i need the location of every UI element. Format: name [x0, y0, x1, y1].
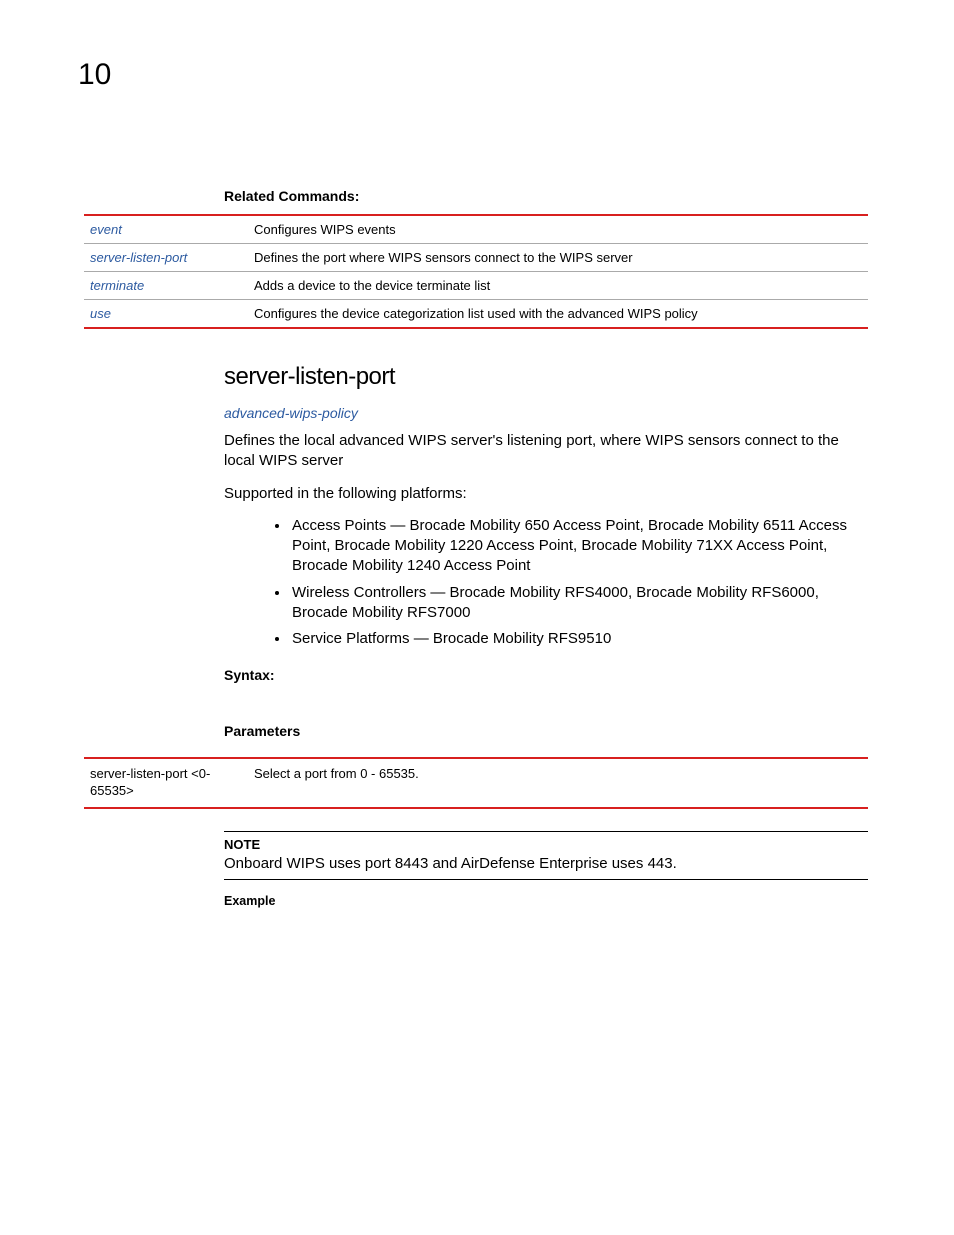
- param-name: server-listen-port <0-65535>: [84, 758, 254, 808]
- syntax-heading: Syntax:: [224, 667, 868, 683]
- cmd-desc: Configures the device categorization lis…: [254, 300, 868, 329]
- cmd-link-use[interactable]: use: [90, 306, 111, 321]
- parameters-heading: Parameters: [224, 723, 868, 739]
- param-desc: Select a port from 0 - 65535.: [254, 758, 868, 808]
- cmd-desc: Configures WIPS events: [254, 215, 868, 244]
- cmd-desc: Defines the port where WIPS sensors conn…: [254, 244, 868, 272]
- table-row: terminate Adds a device to the device te…: [84, 272, 868, 300]
- note-body: Onboard WIPS uses port 8443 and AirDefen…: [224, 854, 868, 874]
- cmd-link-terminate[interactable]: terminate: [90, 278, 144, 293]
- table-row: server-listen-port Defines the port wher…: [84, 244, 868, 272]
- cmd-link-event[interactable]: event: [90, 222, 122, 237]
- table-row: event Configures WIPS events: [84, 215, 868, 244]
- table-row: use Configures the device categorization…: [84, 300, 868, 329]
- note-block: NOTE Onboard WIPS uses port 8443 and Air…: [224, 831, 868, 880]
- section-description: Defines the local advanced WIPS server's…: [224, 431, 868, 472]
- example-heading: Example: [224, 894, 868, 908]
- cmd-link-server-listen-port[interactable]: server-listen-port: [90, 250, 187, 265]
- parameters-table: server-listen-port <0-65535> Select a po…: [84, 757, 868, 809]
- list-item: Service Platforms — Brocade Mobility RFS…: [290, 629, 868, 649]
- note-title: NOTE: [224, 837, 868, 852]
- platforms-list: Access Points — Brocade Mobility 650 Acc…: [290, 516, 868, 650]
- crossref-link[interactable]: advanced-wips-policy: [224, 405, 868, 421]
- page-content: Related Commands: event Configures WIPS …: [84, 188, 868, 908]
- list-item: Access Points — Brocade Mobility 650 Acc…: [290, 516, 868, 577]
- list-item: Wireless Controllers — Brocade Mobility …: [290, 583, 868, 624]
- cmd-desc: Adds a device to the device terminate li…: [254, 272, 868, 300]
- related-commands-table: event Configures WIPS events server-list…: [84, 214, 868, 329]
- table-row: server-listen-port <0-65535> Select a po…: [84, 758, 868, 808]
- page-number: 10: [78, 58, 111, 92]
- section-title: server-listen-port: [224, 363, 868, 391]
- supported-platforms-label: Supported in the following platforms:: [224, 484, 868, 504]
- related-commands-heading: Related Commands:: [224, 188, 868, 204]
